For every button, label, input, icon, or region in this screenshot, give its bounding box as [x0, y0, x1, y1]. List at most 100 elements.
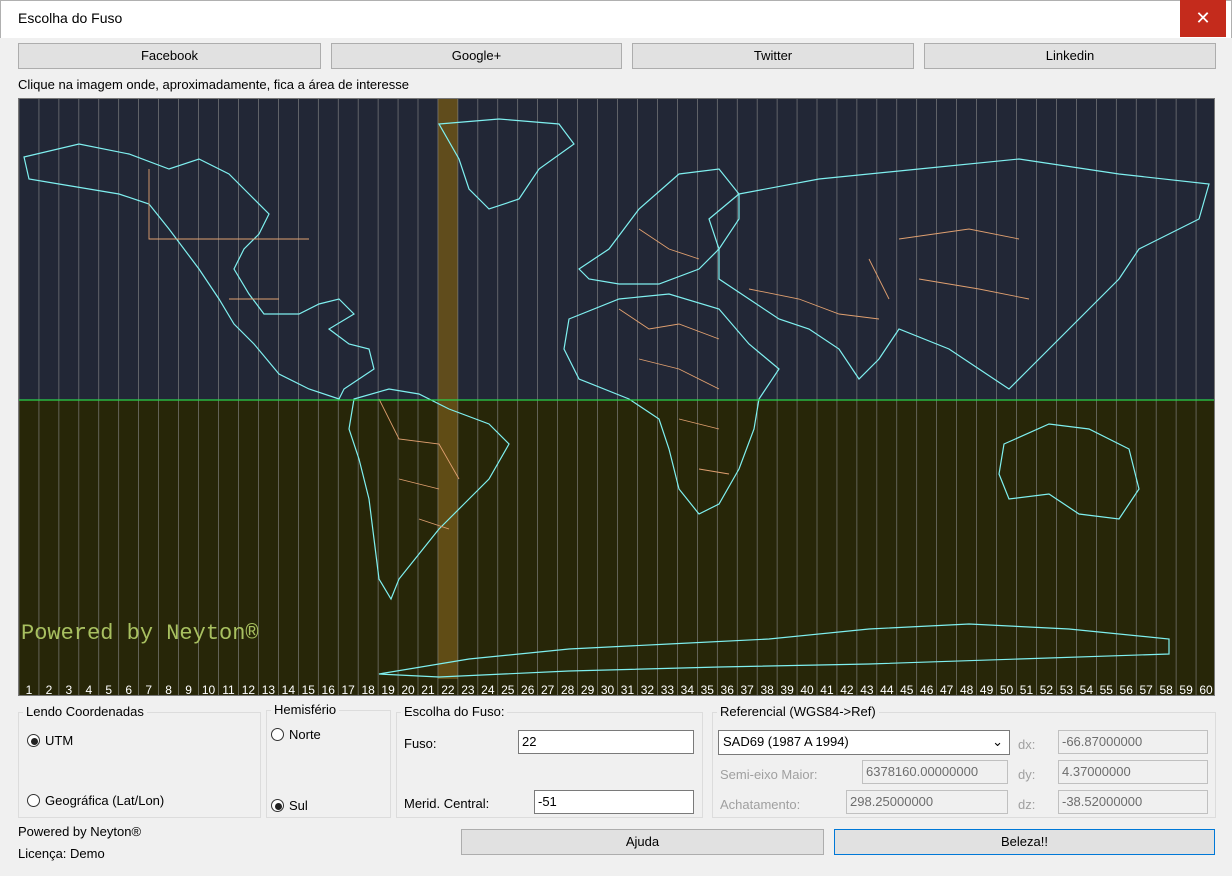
sul-label[interactable]: Sul: [289, 798, 308, 813]
zone-label[interactable]: 39: [780, 683, 794, 696]
selected-zone-highlight[interactable]: [437, 99, 458, 679]
zone-label[interactable]: 51: [1020, 683, 1034, 696]
zone-label[interactable]: 21: [421, 683, 435, 696]
zone-label[interactable]: 58: [1159, 683, 1173, 696]
zone-label[interactable]: 42: [840, 683, 854, 696]
zone-label[interactable]: 28: [561, 683, 575, 696]
zone-label[interactable]: 7: [145, 683, 152, 696]
zone-label[interactable]: 46: [920, 683, 934, 696]
title-bar: [0, 0, 1232, 38]
ajuda-button[interactable]: Ajuda: [461, 829, 824, 855]
geo-label[interactable]: Geográfica (Lat/Lon): [45, 793, 164, 808]
zone-label[interactable]: 60: [1199, 683, 1213, 696]
zone-label[interactable]: 19: [381, 683, 395, 696]
zone-label[interactable]: 1: [26, 683, 33, 696]
zone-label[interactable]: 3: [66, 683, 73, 696]
norte-label[interactable]: Norte: [289, 727, 321, 742]
window-title: Escolha do Fuso: [18, 10, 123, 26]
zone-label[interactable]: 35: [701, 683, 715, 696]
zone-label[interactable]: 29: [581, 683, 595, 696]
fuso-label: Fuso:: [404, 736, 437, 751]
semi-input[interactable]: 6378160.00000000: [862, 760, 1008, 784]
zone-label[interactable]: 2: [46, 683, 53, 696]
datum-value: SAD69 (1987 A 1994): [723, 734, 849, 749]
fuso-input[interactable]: 22: [518, 730, 694, 754]
world-map[interactable]: 1 2 3 4 5 6 7 8 9 10 11 12 13 14 15 16 17 18 19 20 21 22 23 24 2…: [18, 98, 1215, 696]
utm-zone-map[interactable]: 1 2 3 4 5 6 7 8 9 10 11 12 13 14 15 16 17 18 19 20 21 22 23 24 2…: [19, 99, 1215, 696]
facebook-button[interactable]: Facebook: [18, 43, 321, 69]
utm-label[interactable]: UTM: [45, 733, 73, 748]
utm-radio[interactable]: [27, 734, 40, 747]
zone-label[interactable]: 41: [820, 683, 834, 696]
semi-label: Semi-eixo Maior:: [720, 767, 818, 782]
zone-label[interactable]: 9: [185, 683, 192, 696]
zone-label[interactable]: 49: [980, 683, 994, 696]
zone-label[interactable]: 55: [1100, 683, 1114, 696]
zone-label[interactable]: 56: [1120, 683, 1134, 696]
zone-label[interactable]: 11: [222, 683, 235, 696]
zone-label[interactable]: 59: [1179, 683, 1193, 696]
dy-input[interactable]: 4.37000000: [1058, 760, 1208, 784]
zone-label[interactable]: 44: [880, 683, 894, 696]
zone-label[interactable]: 43: [860, 683, 874, 696]
north-america-coast: [23, 143, 375, 400]
zone-label[interactable]: 36: [721, 683, 735, 696]
zone-label[interactable]: 8: [165, 683, 172, 696]
country-borders-asia: [748, 228, 1030, 320]
zone-label[interactable]: 22: [441, 683, 455, 696]
dx-input[interactable]: -66.87000000: [1058, 730, 1208, 754]
zone-label[interactable]: 40: [800, 683, 814, 696]
zone-label[interactable]: 10: [202, 683, 216, 696]
zone-label[interactable]: 33: [661, 683, 675, 696]
zone-label[interactable]: 12: [242, 683, 256, 696]
zone-label[interactable]: 57: [1139, 683, 1153, 696]
zone-label[interactable]: 26: [521, 683, 535, 696]
instruction-label: Clique na imagem onde, aproximadamente, …: [18, 77, 409, 92]
geo-radio[interactable]: [27, 794, 40, 807]
zone-label[interactable]: 31: [621, 683, 635, 696]
sul-radio[interactable]: [271, 799, 284, 812]
zone-label[interactable]: 25: [501, 683, 515, 696]
twitter-button[interactable]: Twitter: [632, 43, 914, 69]
zone-label[interactable]: 14: [282, 683, 296, 696]
zone-label[interactable]: 45: [900, 683, 914, 696]
zone-label[interactable]: 13: [262, 683, 276, 696]
dz-input[interactable]: -38.52000000: [1058, 790, 1208, 814]
zone-label[interactable]: 20: [401, 683, 415, 696]
zone-label[interactable]: 30: [601, 683, 615, 696]
zone-label[interactable]: 53: [1060, 683, 1074, 696]
beleza-button[interactable]: Beleza!!: [834, 829, 1215, 855]
zone-label[interactable]: 27: [541, 683, 555, 696]
zone-label[interactable]: 17: [341, 683, 355, 696]
zone-label[interactable]: 23: [461, 683, 475, 696]
zone-label[interactable]: 47: [940, 683, 954, 696]
close-button[interactable]: ✕: [1180, 0, 1226, 37]
zone-label[interactable]: 48: [960, 683, 974, 696]
zone-label[interactable]: 24: [481, 683, 495, 696]
zone-label[interactable]: 34: [681, 683, 695, 696]
googleplus-button[interactable]: Google+: [331, 43, 622, 69]
asia-coast: [718, 158, 1210, 390]
close-icon: ✕: [1195, 8, 1211, 28]
zone-label[interactable]: 16: [322, 683, 336, 696]
zone-label[interactable]: 50: [1000, 683, 1014, 696]
zone-label[interactable]: 32: [641, 683, 655, 696]
datum-select[interactable]: SAD69 (1987 A 1994) ⌄: [718, 730, 1010, 755]
greenland-coast: [438, 118, 575, 210]
hemisferio-legend: Hemisfério: [271, 702, 340, 717]
zone-label[interactable]: 4: [85, 683, 92, 696]
achat-input[interactable]: 298.25000000: [846, 790, 1008, 814]
linkedin-button[interactable]: Linkedin: [924, 43, 1216, 69]
zone-label[interactable]: 38: [760, 683, 774, 696]
zone-label[interactable]: 54: [1080, 683, 1094, 696]
zone-label[interactable]: 5: [105, 683, 112, 696]
zone-label[interactable]: 6: [125, 683, 132, 696]
zone-label[interactable]: 52: [1040, 683, 1054, 696]
merid-label: Merid. Central:: [404, 796, 490, 811]
zone-label[interactable]: 18: [361, 683, 375, 696]
merid-input[interactable]: -51: [534, 790, 694, 814]
chevron-down-icon: ⌄: [992, 734, 1003, 749]
norte-radio[interactable]: [271, 728, 284, 741]
zone-label[interactable]: 15: [302, 683, 316, 696]
zone-label[interactable]: 37: [740, 683, 754, 696]
